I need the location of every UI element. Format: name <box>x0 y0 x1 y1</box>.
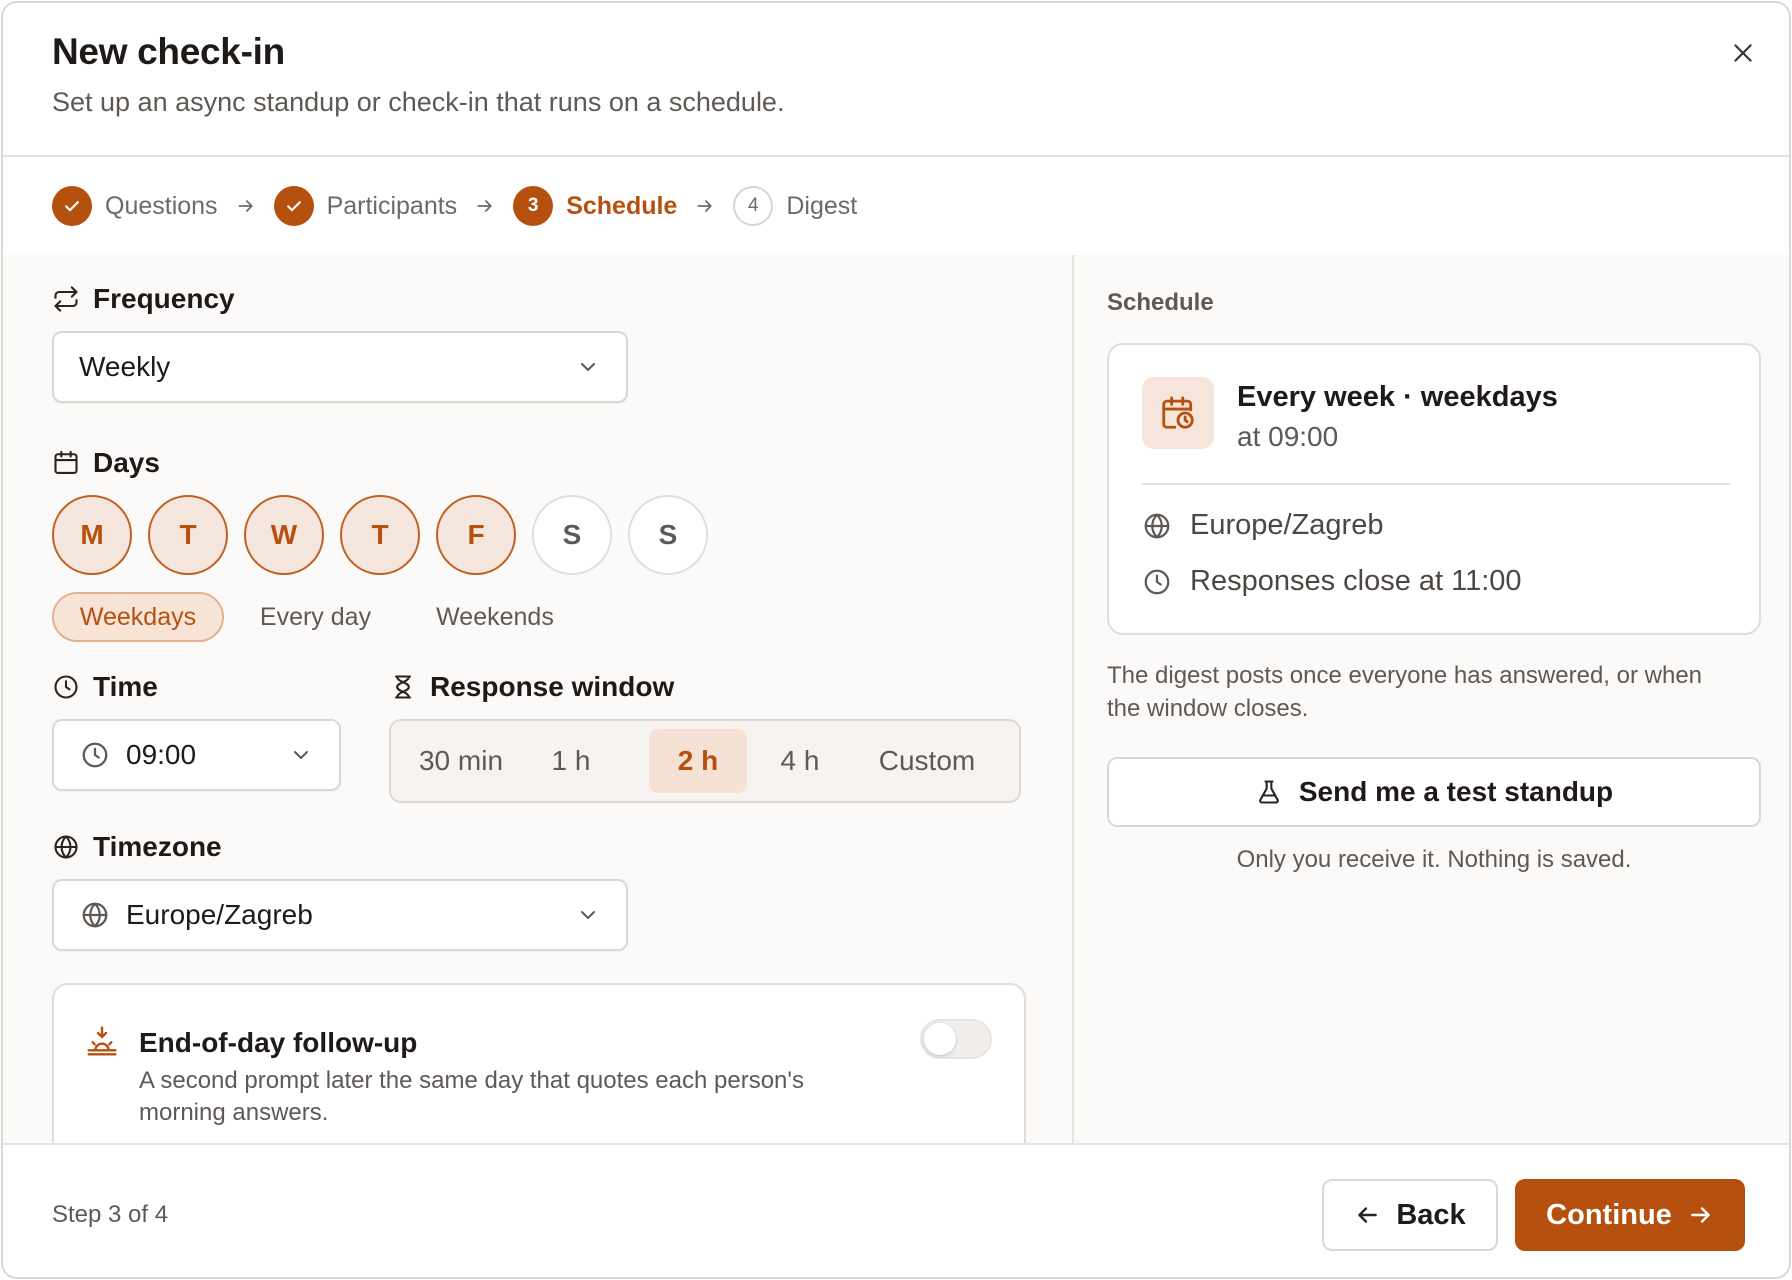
followup-title: End-of-day follow-up <box>139 1027 418 1058</box>
send-test-standup-button[interactable]: Send me a test standup <box>1107 757 1761 827</box>
followup-toggle[interactable] <box>920 1019 992 1059</box>
day-friday[interactable]: F <box>436 495 516 575</box>
flask-icon <box>1258 780 1279 804</box>
clock-icon <box>54 675 78 699</box>
timezone-value: Europe/Zagreb <box>126 899 313 930</box>
day-thursday[interactable]: T <box>340 495 420 575</box>
time-value: 09:00 <box>126 739 197 770</box>
day-tuesday[interactable]: T <box>148 495 228 575</box>
close-icon <box>1734 44 1752 62</box>
step-questions[interactable]: Questions <box>52 186 218 226</box>
response-window-label: Response window <box>389 671 674 703</box>
repeat-icon <box>54 286 78 312</box>
step-label: Participants <box>326 191 458 220</box>
arrow-right-icon <box>1690 1207 1710 1223</box>
calendar-icon <box>54 450 78 474</box>
chevron-down-icon <box>576 355 600 379</box>
arrow-right-icon <box>236 196 256 216</box>
day-monday[interactable]: M <box>52 495 132 575</box>
digest-note: The digest posts once everyone has answe… <box>1107 662 1703 722</box>
frequency-label: Frequency <box>52 283 235 315</box>
time-select[interactable]: 09:00 <box>52 719 341 791</box>
summary-close-row: Responses close at 11:00 <box>1142 565 1522 598</box>
sunset-icon <box>87 1026 117 1056</box>
arrow-right-icon <box>695 196 715 216</box>
summary-headline: Every week · weekdays <box>1237 381 1558 413</box>
preset-weekdays[interactable]: Weekdays <box>52 592 224 642</box>
step-progress-text: Step 3 of 4 <box>52 1201 169 1228</box>
step-check-icon <box>273 186 314 226</box>
days-label: Days <box>52 447 160 479</box>
day-sunday[interactable]: S <box>628 495 708 575</box>
summary-divider <box>1142 483 1730 485</box>
window-custom[interactable]: Custom <box>859 729 995 793</box>
arrow-right-icon <box>475 196 495 216</box>
schedule-summary-card: Every week · weekdays at 09:00 Europe/Za… <box>1107 343 1761 635</box>
day-wednesday[interactable]: W <box>244 495 324 575</box>
step-schedule[interactable]: 3 Schedule <box>513 186 677 226</box>
close-button[interactable] <box>1723 33 1763 73</box>
followup-description: A second prompt later the same day that … <box>139 1067 804 1094</box>
panel-divider <box>1072 255 1074 1143</box>
clock-icon <box>82 742 108 768</box>
step-check-icon <box>52 186 92 226</box>
timezone-label: Timezone <box>52 831 222 863</box>
step-digest[interactable]: 4 Digest <box>733 186 857 226</box>
dialog-header: New check-in Set up an async standup or … <box>3 3 1789 157</box>
step-label: Schedule <box>566 191 678 220</box>
window-30min[interactable]: 30 min <box>405 729 517 793</box>
preset-every-day[interactable]: Every day <box>243 592 388 642</box>
globe-icon <box>54 835 78 859</box>
hourglass-icon <box>394 675 412 699</box>
dialog-subtitle: Set up an async standup or check-in that… <box>52 87 785 117</box>
step-label: Digest <box>786 191 858 220</box>
frequency-select[interactable]: Weekly <box>52 331 628 403</box>
step-participants[interactable]: Participants <box>273 186 458 226</box>
time-label: Time <box>52 671 158 703</box>
step-number: 3 <box>513 186 554 226</box>
dialog-title: New check-in <box>52 31 285 72</box>
toggle-knob <box>924 1023 956 1055</box>
summary-timezone-row: Europe/Zagreb <box>1142 509 1383 542</box>
globe-icon <box>82 902 108 928</box>
summary-time: at 09:00 <box>1237 421 1339 452</box>
back-button[interactable]: Back <box>1322 1179 1498 1251</box>
calendar-clock-icon <box>1142 377 1214 449</box>
chevron-down-icon <box>576 903 600 927</box>
chevron-down-icon <box>289 743 313 767</box>
followup-description: morning answers. <box>139 1099 329 1126</box>
window-2h[interactable]: 2 h <box>649 729 747 793</box>
preset-weekends[interactable]: Weekends <box>419 592 571 642</box>
globe-icon <box>1144 513 1170 538</box>
test-caption: Only you receive it. Nothing is saved. <box>1236 846 1632 873</box>
clock-icon <box>1144 569 1170 594</box>
frequency-value: Weekly <box>79 351 171 382</box>
arrow-left-icon <box>1358 1207 1378 1223</box>
step-label: Questions <box>105 191 218 220</box>
summary-section-label: Schedule <box>1107 289 1214 316</box>
step-number: 4 <box>733 186 774 226</box>
stepper: Questions Participants 3 Schedule 4 Dige… <box>3 157 1789 255</box>
window-4h[interactable]: 4 h <box>757 729 843 793</box>
dialog-footer: Step 3 of 4 Back Continue <box>3 1143 1789 1277</box>
continue-button[interactable]: Continue <box>1515 1179 1745 1251</box>
response-window-selector: 30 min 1 h 2 h 4 h Custom <box>389 719 1021 803</box>
timezone-select[interactable]: Europe/Zagreb <box>52 879 628 951</box>
window-1h[interactable]: 1 h <box>531 729 611 793</box>
day-saturday[interactable]: S <box>532 495 612 575</box>
new-checkin-dialog: New check-in Set up an async standup or … <box>1 1 1791 1279</box>
